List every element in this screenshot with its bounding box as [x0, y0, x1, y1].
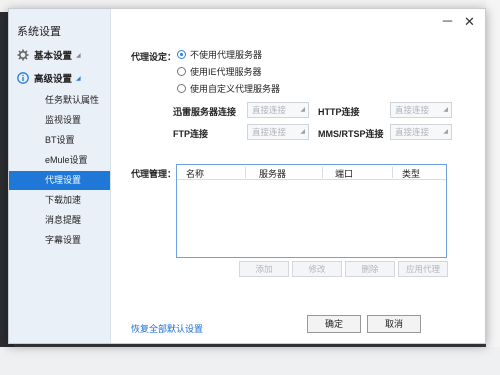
chevron-down-icon: ◢ — [76, 75, 81, 82]
proxy-table-header: 名称 服务器 端口 类型 — [177, 165, 446, 180]
select-value: 直接连接 — [395, 105, 430, 115]
http-connection-select[interactable]: 直接连接 ◢ — [390, 102, 452, 118]
ftp-connection-select[interactable]: 直接连接 ◢ — [247, 124, 309, 140]
select-value: 直接连接 — [252, 127, 287, 137]
dropdown-arrow-icon: ◢ — [300, 129, 305, 135]
settings-dialog: 系统设置 基本设置 ◢ 高级设置 ◢ 任务默认属性 监视设置 BT设置 eMul… — [8, 8, 486, 344]
proxy-manage-label: 代理管理： — [131, 169, 177, 179]
sidebar-category-label: 基本设置 — [34, 51, 73, 62]
sidebar-item-subtitles[interactable]: 字幕设置 — [9, 231, 110, 250]
dropdown-arrow-icon: ◢ — [443, 107, 448, 113]
sidebar-item-bt[interactable]: BT设置 — [9, 131, 110, 150]
column-divider — [392, 167, 393, 178]
gear-icon — [17, 49, 29, 61]
select-value: 直接连接 — [252, 105, 287, 115]
mms-connection-select[interactable]: 直接连接 ◢ — [390, 124, 452, 140]
column-header-server[interactable]: 服务器 — [259, 167, 286, 180]
mms-connection-label: MMS/RTSP连接 — [318, 129, 384, 139]
proxy-setting-label: 代理设定： — [131, 52, 177, 62]
ok-button[interactable]: 确定 — [307, 315, 361, 333]
info-icon — [17, 72, 29, 84]
sidebar-item-task-defaults[interactable]: 任务默认属性 — [9, 91, 110, 110]
sidebar-category-advanced[interactable]: 高级设置 ◢ — [17, 70, 81, 86]
radio-unchecked-icon — [177, 66, 186, 76]
column-header-type[interactable]: 类型 — [402, 167, 420, 180]
column-divider — [322, 167, 323, 178]
radio-checked-icon — [177, 49, 186, 59]
http-connection-label: HTTP连接 — [318, 107, 360, 117]
apply-proxy-button[interactable]: 应用代理 — [398, 261, 448, 277]
delete-proxy-button[interactable]: 删除 — [345, 261, 395, 277]
xunlei-connection-label: 迅雷服务器连接 — [173, 107, 237, 117]
sidebar-item-monitor[interactable]: 监视设置 — [9, 111, 110, 130]
dropdown-arrow-icon: ◢ — [300, 107, 305, 113]
minimize-button[interactable]: － — [441, 15, 454, 29]
add-proxy-button[interactable]: 添加 — [239, 261, 289, 277]
restore-defaults-link[interactable]: 恢复全部默认设置 — [131, 322, 203, 335]
radio-label: 不使用代理服务器 — [190, 49, 263, 60]
background-right — [486, 0, 500, 375]
proxy-table[interactable]: 名称 服务器 端口 类型 — [176, 164, 447, 258]
edit-proxy-button[interactable]: 修改 — [292, 261, 342, 277]
chevron-right-icon: ◢ — [76, 52, 81, 59]
select-value: 直接连接 — [395, 127, 430, 137]
sidebar-category-label: 高级设置 — [34, 74, 73, 85]
sidebar-category-basic[interactable]: 基本设置 ◢ — [17, 47, 81, 63]
dropdown-arrow-icon: ◢ — [443, 129, 448, 135]
column-divider — [245, 167, 246, 178]
sidebar-item-download-accel[interactable]: 下载加速 — [9, 191, 110, 210]
sidebar-item-notifications[interactable]: 消息提醒 — [9, 211, 110, 230]
cancel-button[interactable]: 取消 — [367, 315, 421, 333]
sidebar: 系统设置 基本设置 ◢ 高级设置 ◢ 任务默认属性 监视设置 BT设置 eMul… — [9, 9, 111, 343]
radio-no-proxy[interactable]: 不使用代理服务器 — [177, 47, 262, 61]
radio-custom-proxy[interactable]: 使用自定义代理服务器 — [177, 81, 280, 95]
radio-ie-proxy[interactable]: 使用IE代理服务器 — [177, 64, 262, 78]
close-button[interactable]: ✕ — [464, 15, 475, 29]
background-bottom — [0, 347, 500, 375]
column-header-name[interactable]: 名称 — [186, 167, 204, 180]
window-title: 系统设置 — [17, 26, 61, 38]
radio-label: 使用自定义代理服务器 — [190, 83, 281, 94]
ftp-connection-label: FTP连接 — [173, 129, 208, 139]
sidebar-item-emule[interactable]: eMule设置 — [9, 151, 110, 170]
xunlei-connection-select[interactable]: 直接连接 ◢ — [247, 102, 309, 118]
radio-unchecked-icon — [177, 83, 186, 93]
sidebar-item-proxy[interactable]: 代理设置 — [9, 171, 110, 190]
column-header-port[interactable]: 端口 — [335, 167, 353, 180]
radio-label: 使用IE代理服务器 — [190, 66, 262, 77]
